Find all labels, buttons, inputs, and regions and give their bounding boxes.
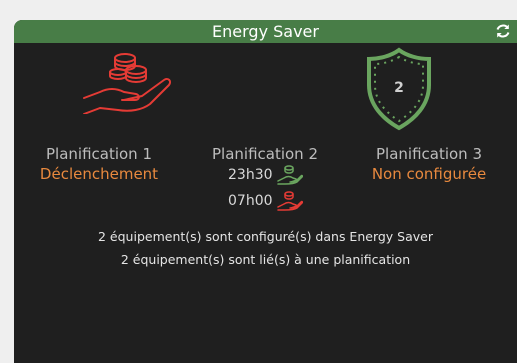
hand-coins-green-icon: [276, 165, 303, 185]
shield-number: 2: [394, 80, 404, 96]
plan-2: Planification 2: [180, 144, 350, 164]
schedule-on-time: 23h30: [228, 167, 273, 183]
plan-1-label: Planification 1: [45, 145, 152, 163]
plan-3-label: Planification 3: [375, 145, 482, 163]
plan-1-status: Déclenchement: [39, 165, 159, 183]
refresh-icon[interactable]: [495, 23, 511, 39]
plan-3: Planification 3 Non configurée: [344, 144, 514, 184]
plan-1: Planification 1 Déclenchement: [14, 144, 184, 184]
hand-coins-icon: [83, 53, 172, 114]
schedule-on: 23h30: [228, 165, 303, 185]
info-linked: 2 équipement(s) sont lié(s) à une planif…: [120, 252, 411, 267]
shield-icon: 2: [367, 47, 431, 131]
title-bar: Energy Saver: [14, 20, 517, 43]
info-configured: 2 équipement(s) sont configuré(s) dans E…: [98, 229, 433, 244]
plan-2-label: Planification 2: [211, 145, 318, 163]
plan-3-status: Non configurée: [371, 165, 487, 183]
schedule-off-time: 07h00: [228, 193, 273, 209]
energy-saver-widget: Energy Saver 2 Planification 1 Déclenche…: [14, 20, 517, 363]
schedule-off: 07h00: [228, 191, 303, 211]
widget-title: Energy Saver: [212, 22, 319, 41]
hand-coins-red-icon: [276, 191, 303, 211]
